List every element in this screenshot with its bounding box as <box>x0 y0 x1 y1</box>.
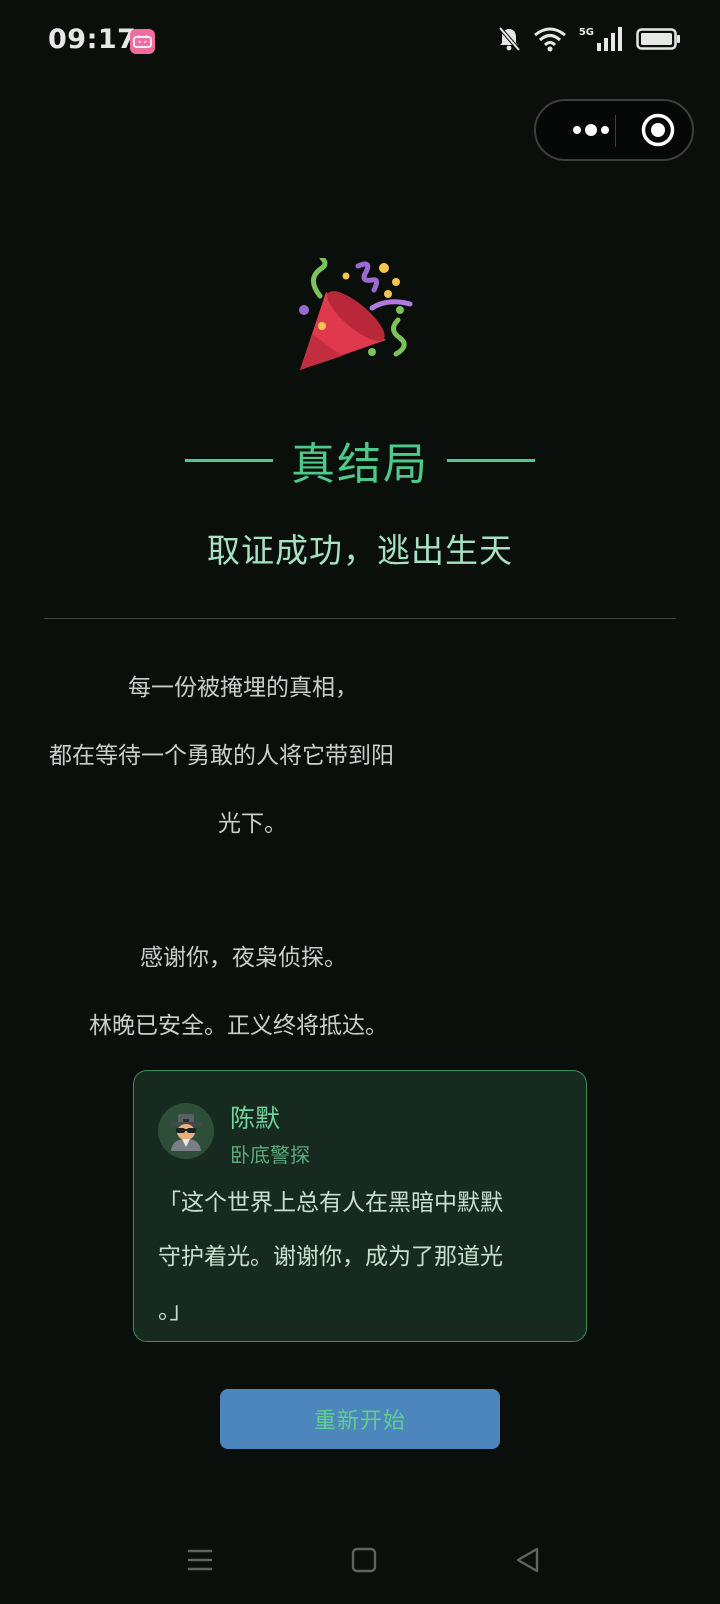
story-line: 都在等待一个勇敢的人将它带到阳 <box>49 743 394 769</box>
story-line: 光下。 <box>218 811 287 837</box>
restart-button[interactable]: 重新开始 <box>220 1389 500 1449</box>
detective-icon <box>158 1103 214 1159</box>
quote-line: 。」 <box>158 1298 193 1324</box>
story-line: 林晚已安全。正义终将抵达。 <box>89 1013 388 1039</box>
ending-title-row: 真结局 <box>0 428 720 492</box>
quote-line: 守护着光。谢谢你，成为了那道光 <box>158 1244 503 1270</box>
status-time: 09:17 <box>48 24 137 55</box>
title-dash-left <box>185 458 273 462</box>
system-nav-bar <box>0 1530 720 1590</box>
title-dash-right <box>447 458 535 462</box>
character-quote-card: 陈默 卧底警探 「这个世界上总有人在黑暗中默默 守护着光。谢谢你，成为了那道光 … <box>133 1070 587 1342</box>
home-icon[interactable] <box>334 1530 394 1590</box>
character-name: 陈默 <box>230 1104 281 1133</box>
divider-line <box>44 618 676 619</box>
quote-line: 「这个世界上总有人在黑暗中默默 <box>158 1190 503 1216</box>
story-line: 感谢你，夜枭侦探。 <box>140 945 347 971</box>
status-bar: 09:17 5G <box>0 0 720 84</box>
bilibili-app-icon <box>130 29 155 54</box>
network-type-label: 5G <box>578 26 594 38</box>
mini-program-capsule <box>534 99 694 161</box>
capsule-divider <box>615 115 616 147</box>
more-icon[interactable] <box>566 101 616 159</box>
ending-subtitle: 取证成功，逃出生天 <box>207 531 513 570</box>
signal-icon <box>596 26 624 56</box>
battery-icon <box>636 26 682 56</box>
mute-bell-icon <box>497 26 521 56</box>
story-line: 每一份被掩埋的真相， <box>128 675 358 701</box>
back-icon[interactable] <box>498 1530 558 1590</box>
wifi-icon <box>533 26 567 56</box>
party-popper-icon <box>298 255 418 378</box>
menu-icon[interactable] <box>170 1530 230 1590</box>
character-role: 卧底警探 <box>230 1143 310 1167</box>
ending-title: 真结局 <box>291 439 429 490</box>
target-icon[interactable] <box>636 101 680 159</box>
